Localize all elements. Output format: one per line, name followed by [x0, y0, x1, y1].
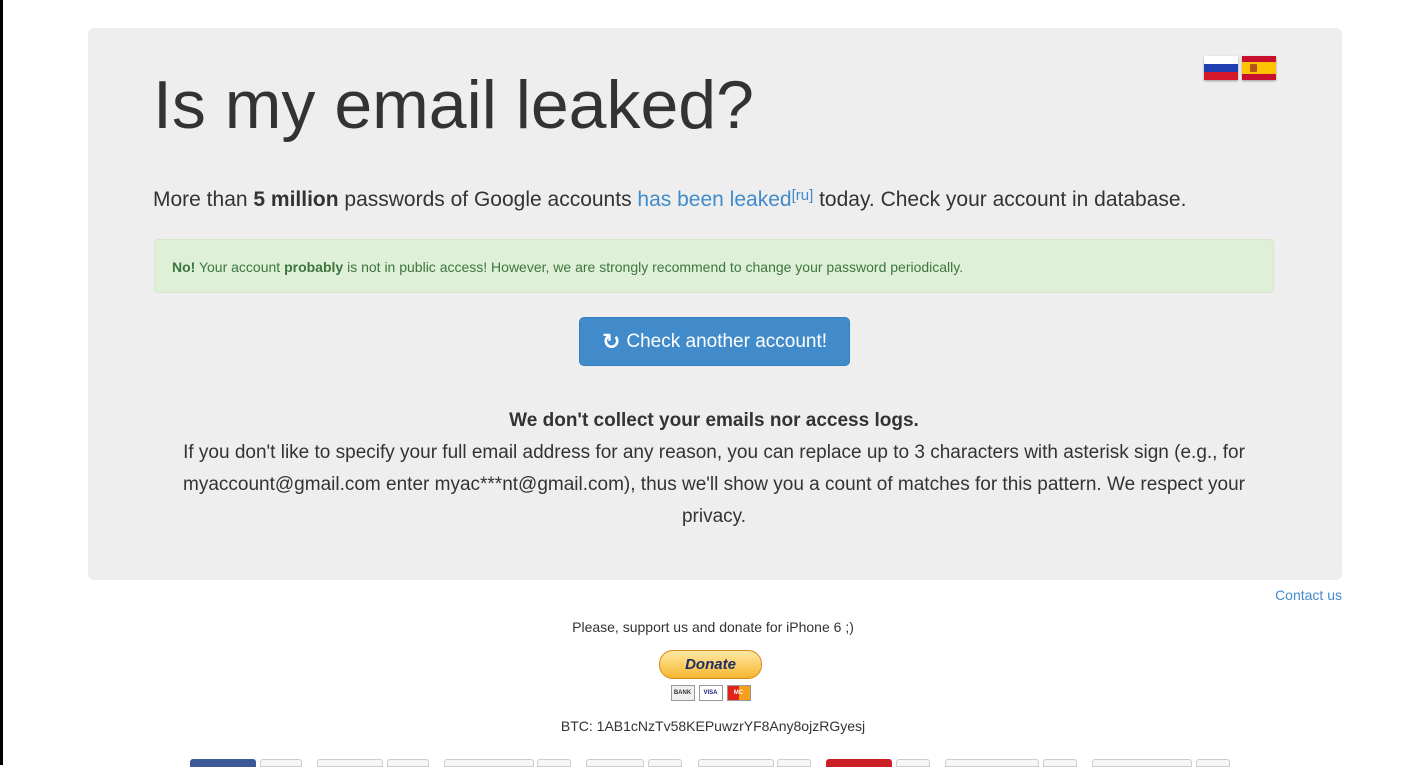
- vk-share-count: [777, 759, 811, 767]
- donate-button[interactable]: Donate: [659, 650, 762, 679]
- facebook-share-count: [260, 759, 302, 767]
- alert-part1: Your account: [195, 259, 285, 275]
- lead-middle: passwords of Google accounts: [338, 188, 638, 211]
- pinterest-share-count: [896, 759, 930, 767]
- pinterest-share-button[interactable]: [826, 759, 892, 767]
- alert-strong: No!: [172, 259, 196, 275]
- alert-part2: is not in public access! However, we are…: [343, 259, 964, 275]
- gmail-share-count: [537, 759, 571, 767]
- leak-link-text[interactable]: has been leaked: [637, 188, 791, 211]
- odnoklassniki-share-count: [648, 759, 682, 767]
- payment-cards: BANK VISA MC: [659, 685, 762, 701]
- visa-card-icon: VISA: [698, 685, 723, 701]
- window-edge: [0, 0, 3, 765]
- lead-text: More than 5 million passwords of Google …: [153, 184, 1253, 216]
- privacy-notice: We don't collect your emails nor access …: [153, 405, 1275, 533]
- odnoklassniki-share-button[interactable]: [586, 759, 644, 767]
- lead-prefix: More than: [153, 188, 254, 211]
- refresh-icon: ↻: [601, 328, 621, 354]
- page-title: Is my email leaked?: [153, 67, 754, 143]
- russia-flag-icon[interactable]: [1204, 56, 1238, 80]
- facebook-share-button[interactable]: [190, 759, 256, 767]
- language-switcher: [1204, 56, 1276, 80]
- lead-count: 5 million: [253, 188, 339, 211]
- twitter-share-count: [387, 759, 429, 767]
- btc-address: BTC: 1AB1cNzTv58KEPuwzrYF8Any8ojzRGyesj: [560, 718, 866, 734]
- support-text: Please, support us and donate for iPhone…: [572, 619, 854, 635]
- leak-link-lang[interactable]: [ru]: [792, 187, 814, 204]
- mail-share-count: [1196, 759, 1230, 767]
- leak-news-link[interactable]: has been leaked[ru]: [637, 187, 814, 211]
- mastercard-icon: MC: [726, 685, 751, 701]
- bank-card-icon: BANK: [670, 685, 695, 701]
- check-button-label: Check another account!: [626, 330, 828, 352]
- result-alert: No! Your account probably is not in publ…: [154, 239, 1274, 293]
- share-buttons-bar: [190, 759, 1230, 767]
- privacy-body: If you don't like to specify your full e…: [183, 442, 1245, 527]
- gmail-share-button[interactable]: [444, 759, 534, 767]
- spain-flag-icon[interactable]: [1242, 56, 1276, 80]
- linkedin-share-button[interactable]: [945, 759, 1039, 767]
- lead-suffix: today. Check your account in database.: [813, 188, 1187, 211]
- privacy-heading: We don't collect your emails nor access …: [509, 410, 919, 431]
- twitter-share-button[interactable]: [317, 759, 383, 767]
- check-another-account-button[interactable]: ↻ Check another account!: [579, 317, 850, 366]
- mail-share-button[interactable]: [1092, 759, 1192, 767]
- jumbotron: Is my email leaked? More than 5 million …: [88, 28, 1342, 580]
- donate-block: Donate BANK VISA MC: [659, 650, 762, 701]
- alert-bold: probably: [284, 259, 344, 275]
- linkedin-share-count: [1043, 759, 1077, 767]
- contact-us-link[interactable]: Contact us: [1275, 587, 1342, 603]
- vk-share-button[interactable]: [698, 759, 774, 767]
